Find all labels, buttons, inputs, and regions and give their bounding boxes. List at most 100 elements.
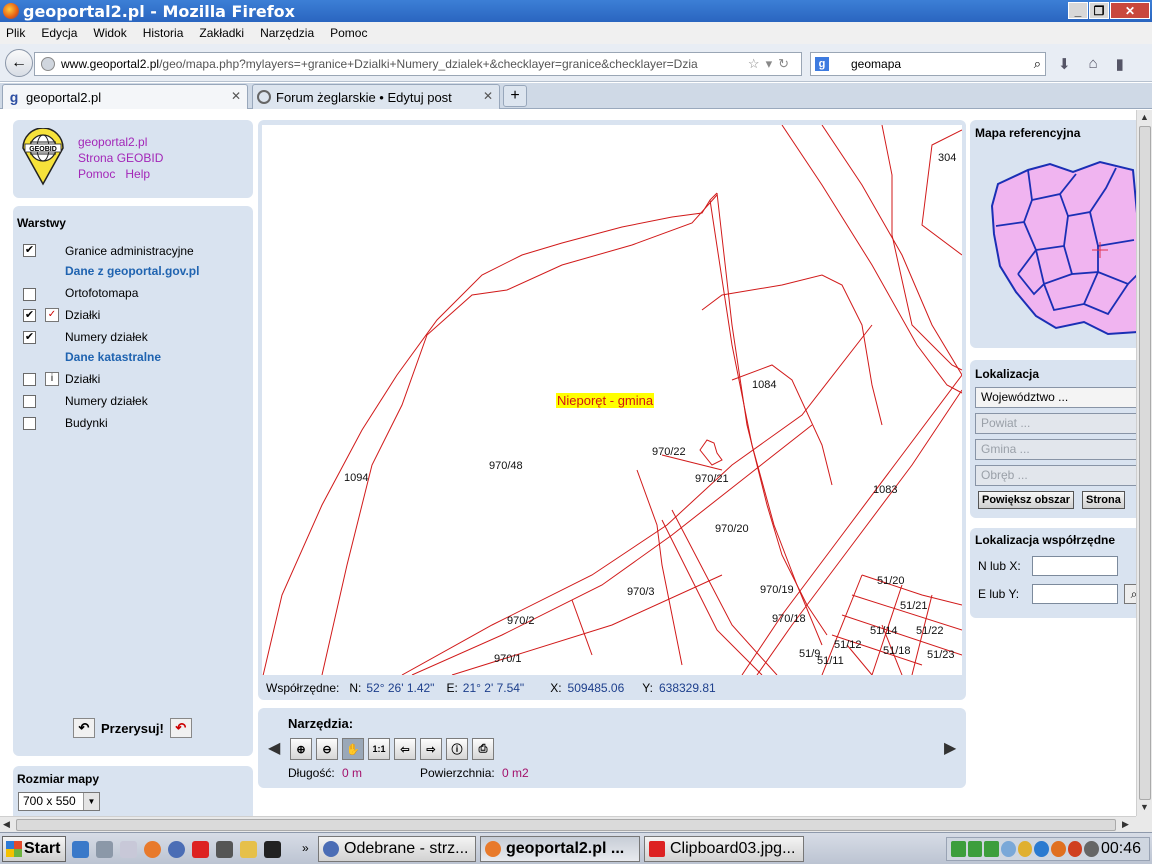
zoom-out-icon[interactable]: ⊖ [316,738,338,760]
terminal-icon[interactable] [264,841,281,858]
county-select[interactable]: Powiat ... [975,413,1136,434]
close-tab-icon[interactable]: ✕ [231,89,241,103]
link-pomoc[interactable]: Pomoc [78,167,115,181]
search-bar[interactable]: g geomapa ⌕ [810,52,1046,76]
tab-forum[interactable]: Forum żeglarskie • Edytuj post ✕ [252,84,500,109]
search-icon[interactable]: ⌕ [1124,584,1136,604]
tab-geoportal[interactable]: g geoportal2.pl ✕ [2,84,248,109]
horizontal-scrollbar[interactable]: ◀ ▶ [0,816,1136,832]
e-or-y-input[interactable] [1032,584,1118,604]
minimize-button[interactable]: _ [1068,2,1088,19]
map-canvas[interactable]: Nieporęt - gmina 304 1084 1094 970/48 97… [262,125,962,675]
logo-text: GEOBID [29,146,57,153]
link-help[interactable]: Help [125,167,150,181]
zoom-in-icon[interactable]: ⊕ [290,738,312,760]
horizontal-scroll-thumb[interactable] [16,819,1116,831]
firefox-icon[interactable] [144,841,161,858]
download-icon[interactable]: ⬇ [1058,55,1071,73]
zoom-area-button[interactable]: Powiększ obszar [978,491,1075,509]
poland-reference-map[interactable] [988,154,1136,344]
link-geobid-page[interactable]: Strona GEOBID [78,150,163,166]
google-icon[interactable]: g [815,57,829,71]
close-tab-icon[interactable]: ✕ [483,89,493,103]
thunderbird-icon[interactable] [168,841,185,858]
scroll-right-icon[interactable]: ▶ [944,738,956,758]
speaker-icon[interactable] [1084,841,1099,857]
scroll-left-icon[interactable]: ◀ [3,819,10,830]
menu-view[interactable]: Widok [93,26,126,40]
layer-checkbox[interactable] [23,394,36,408]
menu-edit[interactable]: Edycja [41,26,77,40]
precinct-select[interactable]: Obręb ... [975,465,1136,486]
search-icon[interactable]: ⌕ [1034,56,1041,72]
layer-checkbox[interactable] [23,372,36,386]
close-button[interactable]: ✕ [1110,2,1150,19]
update-icon[interactable] [1000,841,1016,857]
reload-icon[interactable]: ↻ [778,56,795,71]
print-icon[interactable]: ⎙ [472,738,494,760]
layer-checkbox[interactable]: ✔ [23,308,36,322]
pan-hand-icon[interactable]: ✋ [342,738,364,760]
paint-icon[interactable] [192,841,209,858]
layer-checkbox[interactable]: ✔ [23,243,36,257]
voivodeship-select[interactable]: Województwo ... [975,387,1136,408]
redraw-button[interactable]: Przerysuj! [101,721,164,736]
section-cadastral-data: Dane katastralne [65,350,162,364]
layer-checkbox[interactable]: ✔ [23,330,36,344]
chevron-down-icon[interactable]: ▼ [83,793,99,810]
scroll-up-icon[interactable]: ▲ [1140,112,1149,122]
menu-help[interactable]: Pomoc [330,26,367,40]
geobid-logo[interactable]: GEOBID [21,128,65,186]
ie-icon[interactable] [72,841,89,858]
folder-icon[interactable] [240,841,257,858]
scale-1-1-icon[interactable]: 1:1 [368,738,390,760]
firefox-icon[interactable] [1050,841,1066,857]
commune-select[interactable]: Gmina ... [975,439,1136,460]
vertical-scrollbar[interactable]: ▲ ▼ [1136,110,1152,816]
task-clipboard[interactable]: Clipboard03.jpg... [644,836,804,862]
n-or-x-input[interactable] [1032,556,1118,576]
alert-icon[interactable] [1067,841,1083,857]
back-button[interactable]: ← [5,49,33,77]
task-thunderbird[interactable]: Odebrane - strz... [318,836,476,862]
new-tab-button[interactable]: + [503,85,527,107]
dropdown-icon[interactable]: ▾ [766,56,779,71]
start-button[interactable]: Start [2,836,66,862]
menu-history[interactable]: Historia [143,26,184,40]
forward-icon[interactable]: ⇨ [420,738,442,760]
scroll-right-icon[interactable]: ▶ [1122,819,1129,830]
url-bar[interactable]: www.geoportal2.pl/geo/mapa.php?mylayers=… [34,52,802,76]
pen-icon[interactable] [216,841,233,858]
info-icon[interactable]: ⓘ [446,738,468,760]
layer-row [23,415,36,431]
back-icon[interactable]: ⇦ [394,738,416,760]
home-icon[interactable]: ⌂ [1089,55,1098,73]
menu-file[interactable]: Plik [6,26,25,40]
desktop-icon[interactable] [96,841,113,858]
layer-checkbox[interactable] [23,416,36,430]
globe-icon[interactable] [1034,841,1049,857]
link-geoportal2[interactable]: geoportal2.pl [78,134,163,150]
scroll-left-icon[interactable]: ◀ [268,738,280,758]
bookmark-star-icon[interactable]: ☆ [748,56,766,71]
vertical-scroll-thumb[interactable] [1139,126,1151,800]
url-controls[interactable]: ☆▾↻ [748,56,795,72]
smiley-icon[interactable] [1017,841,1033,857]
menu-tools[interactable]: Narzędzia [260,26,314,40]
redraw-left-icon[interactable]: ↶ [73,718,95,738]
chevron-right-icon[interactable]: » [302,841,309,855]
notepad-icon[interactable] [120,841,137,858]
page-button[interactable]: Strona [1082,491,1125,509]
task-firefox[interactable]: geoportal2.pl ... [480,836,640,862]
layer-checkbox[interactable] [23,287,36,301]
signal-icon[interactable]: ▮ [1116,55,1124,73]
network-icon[interactable] [967,841,983,857]
menu-bookmarks[interactable]: Zakładki [199,26,244,40]
map-size-select[interactable]: 700 x 550 ▼ [18,792,100,811]
network-icon[interactable] [951,841,966,857]
network-icon[interactable] [984,841,999,857]
search-input[interactable]: geomapa [851,57,901,71]
undo-icon[interactable]: ↶ [169,718,192,738]
maximize-button[interactable]: ❐ [1089,2,1109,19]
scroll-down-icon[interactable]: ▼ [1140,802,1149,812]
